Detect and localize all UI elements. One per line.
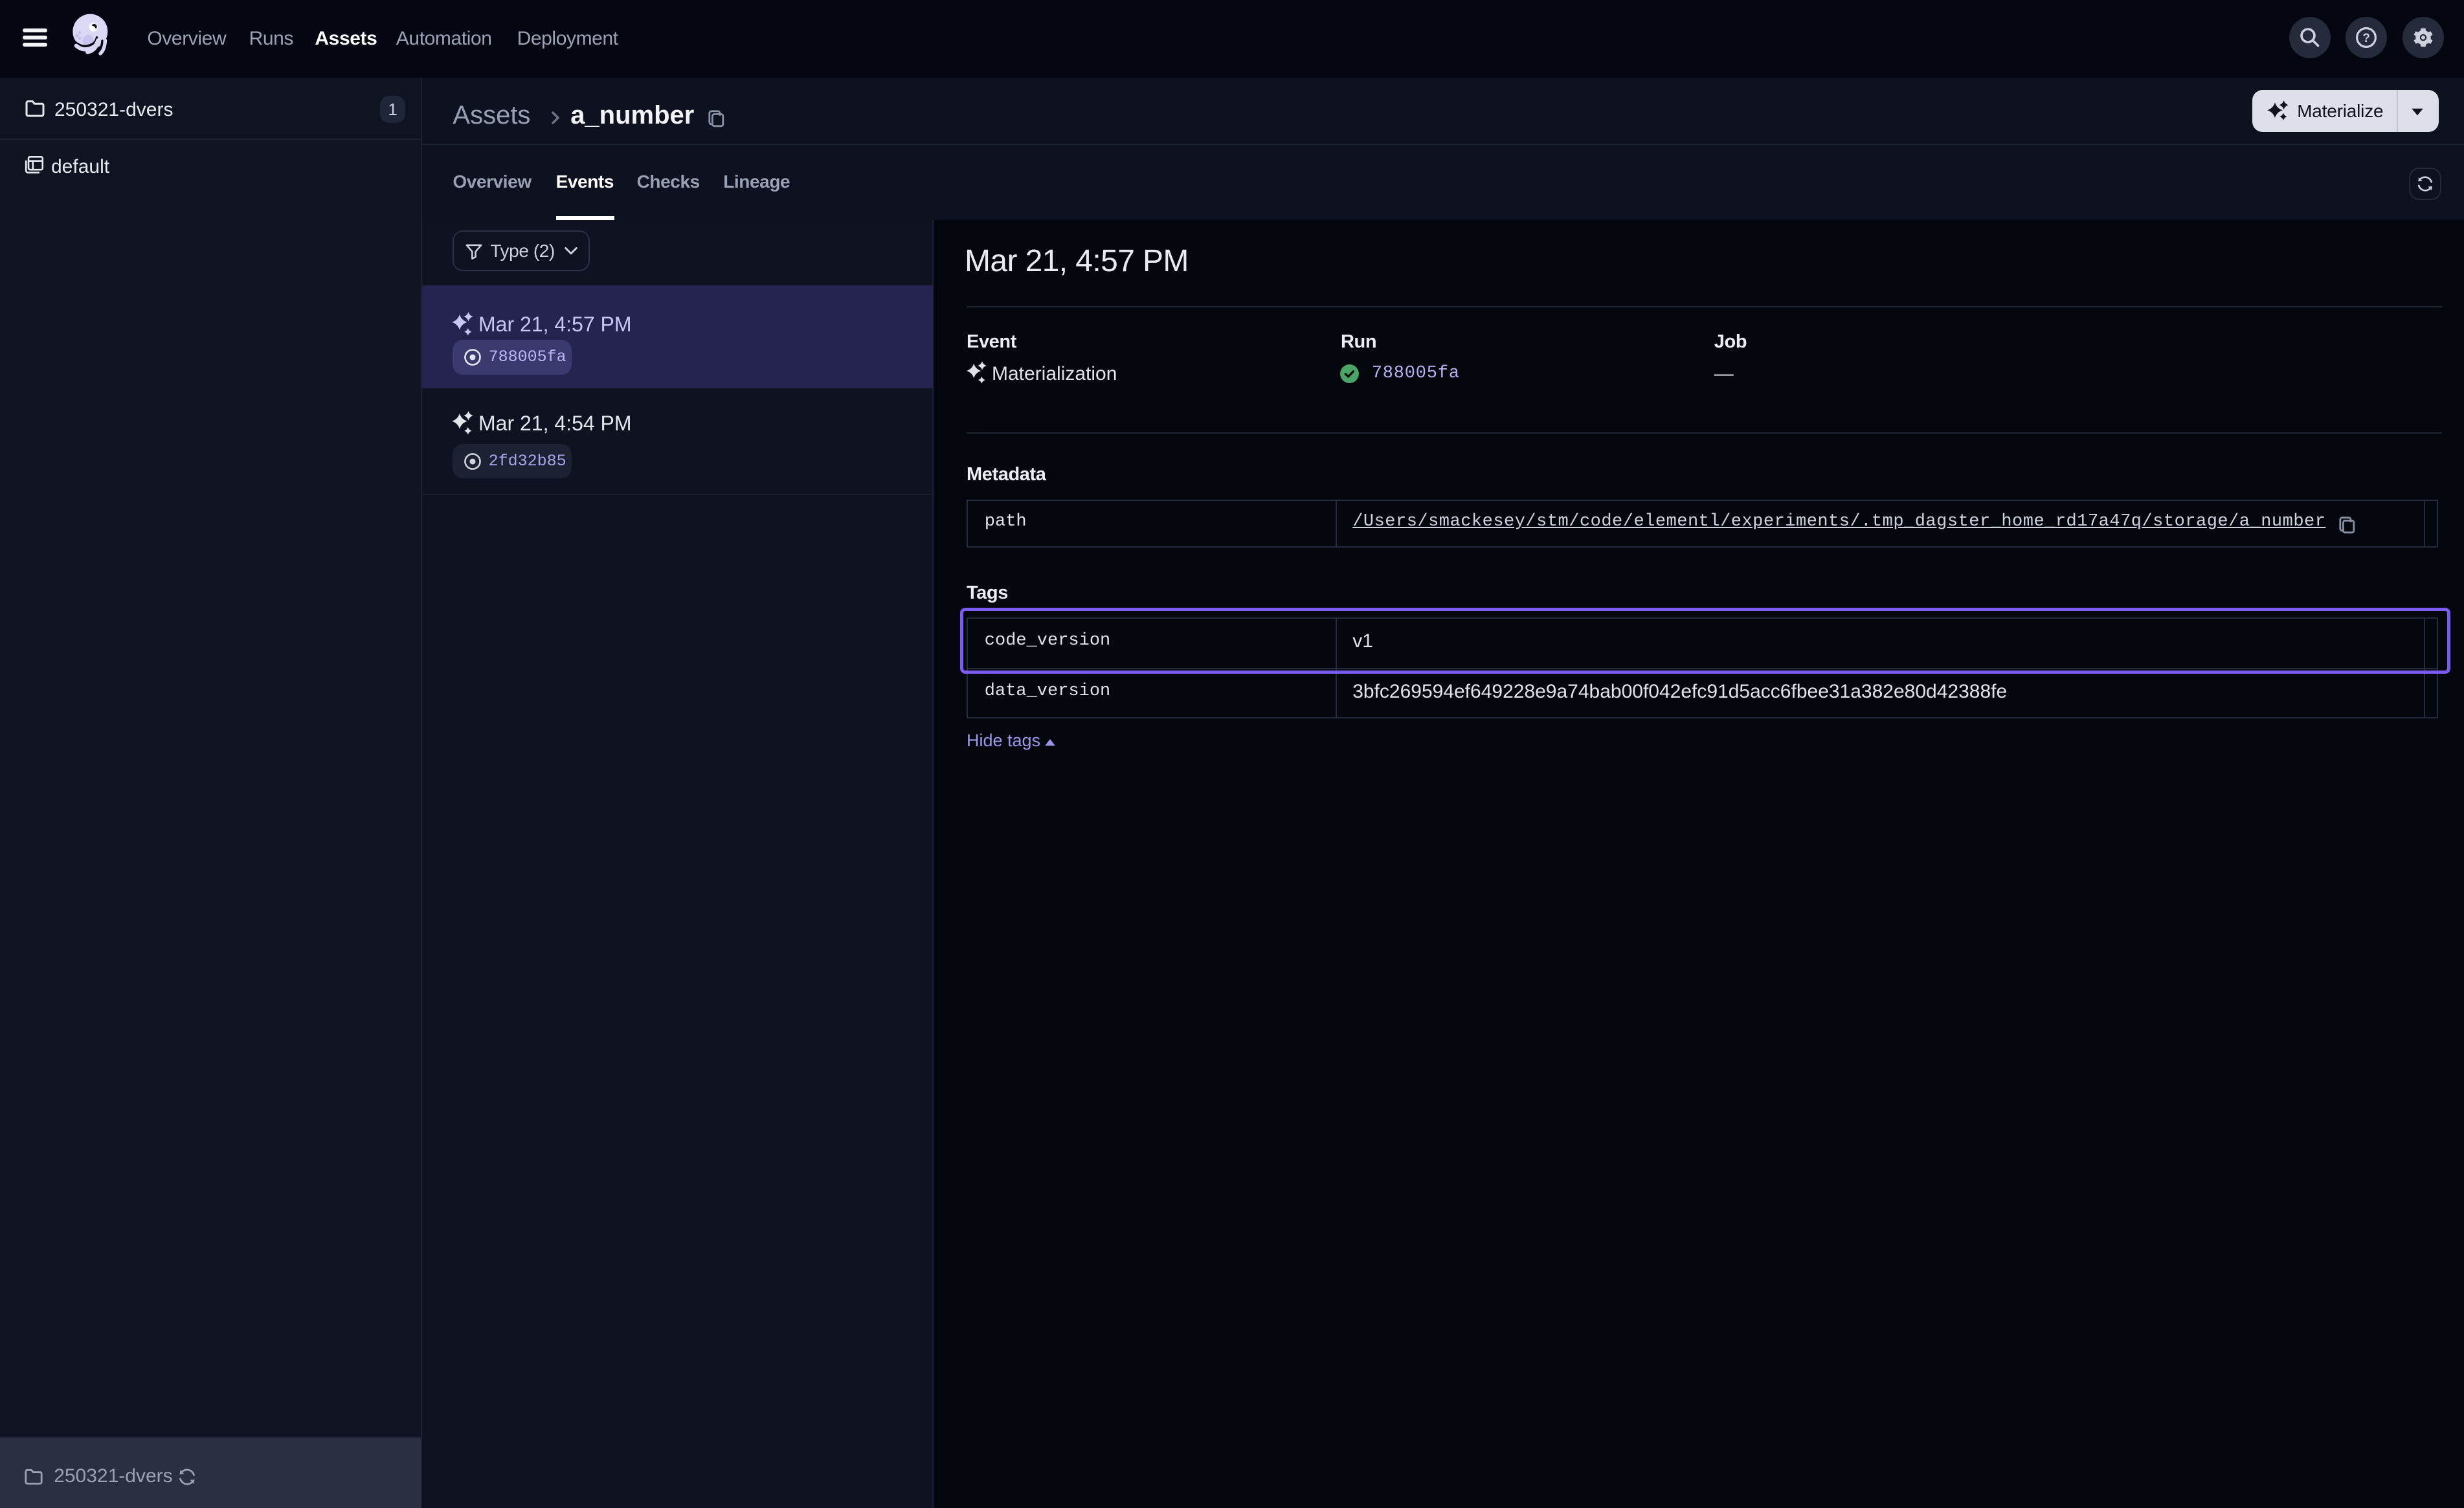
svg-text:?: ?	[2362, 32, 2370, 45]
